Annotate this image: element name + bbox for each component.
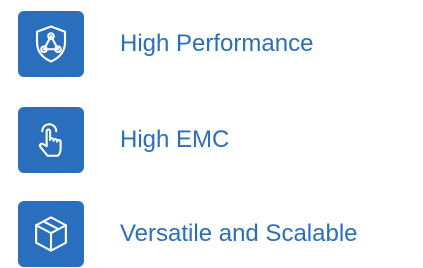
shield-network-icon [35,25,67,63]
feature-icon-tile [18,201,84,267]
feature-item-high-emc: High EMC [18,106,229,174]
tap-hand-icon [38,123,62,157]
feature-item-high-performance: High Performance [18,10,313,78]
feature-icon-tile [18,107,84,173]
feature-list: High Performance High EMC Versatile and … [0,0,423,268]
cube-icon [35,216,67,252]
feature-label: High EMC [120,126,230,153]
feature-label: Versatile and Scalable [120,220,358,247]
feature-item-versatile-scalable: Versatile and Scalable [18,200,358,268]
feature-label: High Performance [120,30,314,57]
feature-icon-tile [18,11,84,77]
